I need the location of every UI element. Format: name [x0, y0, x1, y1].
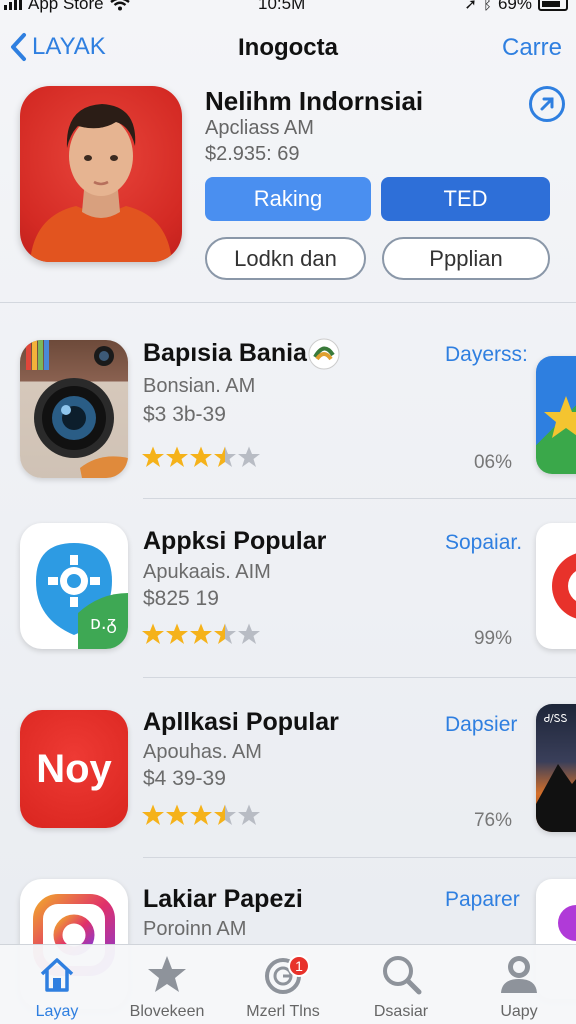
- divider: [143, 857, 576, 858]
- list-item-action-link[interactable]: Sopaiar.: [445, 531, 522, 555]
- peek-app-icon[interactable]: [536, 523, 576, 649]
- star-icon: [190, 623, 212, 644]
- clock-time: 10:5M: [258, 0, 306, 13]
- peek-app-icon[interactable]: Ꮷ/ᏚᏚ: [536, 704, 576, 832]
- navigation-bar: LAYAK Inogocta Carre: [0, 24, 576, 72]
- star-rating: [141, 803, 261, 827]
- peek-text: Ꮷ/ᏚᏚ: [544, 712, 568, 725]
- divider: [143, 498, 576, 499]
- list-item-percent: 06%: [473, 452, 512, 473]
- tab-label: Dsasiar: [373, 1003, 429, 1020]
- list-item-name: Lakiar Papezi: [143, 885, 303, 913]
- carrier-label: App Store: [28, 0, 104, 13]
- list-item-name: Apllkasi Popular: [143, 708, 339, 736]
- star-icon: [142, 804, 164, 825]
- star-icon: [142, 623, 164, 644]
- list-item-icon[interactable]: [20, 340, 128, 478]
- star-icon: [166, 804, 188, 825]
- list-item-price: $825 19: [143, 587, 219, 610]
- home-icon: [40, 958, 74, 992]
- star-icon: [142, 446, 164, 467]
- lodkn-dan-button[interactable]: Lodkn dan: [205, 237, 366, 280]
- divider: [0, 302, 576, 303]
- signal-icon: [4, 0, 22, 10]
- ted-button[interactable]: TED: [381, 177, 550, 221]
- peek-app-icon[interactable]: [536, 356, 576, 474]
- wifi-icon: [109, 0, 130, 11]
- list-item-subtitle: Poroinn AM: [143, 918, 247, 940]
- tab-label: Layay: [35, 1003, 79, 1020]
- person-icon: [501, 956, 537, 993]
- star-rating: [141, 622, 261, 646]
- star-icon: [190, 804, 212, 825]
- list-item-subtitle: Bonsian. AM: [143, 375, 256, 397]
- list-item-percent: 76%: [473, 810, 512, 831]
- list-item-name: Appksi Popular: [143, 527, 327, 555]
- tab-home[interactable]: Layay: [2, 951, 112, 1021]
- tab-label: Uapy: [500, 1003, 538, 1020]
- tab-profile[interactable]: Uapy: [464, 951, 574, 1021]
- cancel-button[interactable]: Carre: [502, 34, 562, 62]
- share-arrow-icon: [540, 97, 554, 111]
- star-icon: [238, 446, 260, 467]
- list-item-price: $4 39-39: [143, 767, 226, 790]
- tab-label: Blovekeen: [129, 1003, 205, 1020]
- icon-badge-text: ᴅ.ᵹ: [90, 613, 117, 634]
- list-item-price: $3 3b-39: [143, 403, 226, 426]
- camera-app-icon: [26, 340, 128, 478]
- tab-bar: Layay Blovekeen 1 Mzerl Tlns Dsasiar Uap…: [0, 944, 576, 1024]
- raking-button[interactable]: Raking: [205, 177, 371, 221]
- list-item-action-link[interactable]: Dapsier: [445, 713, 517, 737]
- ppplian-button[interactable]: Ppplian: [382, 237, 550, 280]
- star-icon: [166, 623, 188, 644]
- star-icon: [214, 804, 236, 825]
- battery-icon: [538, 0, 568, 11]
- list-item-subtitle: Apouhas. AM: [143, 741, 262, 763]
- star-icon: [214, 623, 236, 644]
- noy-app-icon: Noy: [36, 746, 112, 791]
- red-circle-icon: [552, 553, 576, 619]
- bluetooth-icon: ᛒ: [482, 0, 492, 13]
- star-rating: [141, 445, 261, 469]
- tab-label: Mzerl Tlns: [246, 1003, 320, 1020]
- hero-app-icon[interactable]: [20, 86, 182, 262]
- star-icon: [238, 804, 260, 825]
- list-item-icon[interactable]: ᴅ.ᵹ: [20, 523, 128, 649]
- star-icon: [214, 446, 236, 467]
- tab-favorites[interactable]: Blovekeen: [112, 951, 222, 1021]
- battery-percent: 69%: [497, 0, 532, 13]
- share-button[interactable]: [529, 86, 565, 122]
- list-item-name: Bapısia Bania: [143, 339, 307, 367]
- list-item-subtitle: Apukaais. AIM: [143, 561, 271, 583]
- list-item-percent: 99%: [473, 628, 512, 649]
- star-icon: [190, 446, 212, 467]
- list-item-action-link[interactable]: Paparer: [445, 888, 520, 912]
- star-icon: [166, 446, 188, 467]
- list-item-icon[interactable]: Noy: [20, 710, 128, 828]
- hero-app-name: Nelihm Indornsiai: [205, 86, 424, 116]
- notification-badge: 1: [288, 955, 310, 977]
- hero-app-subtitle: Apcliass AM: [205, 117, 314, 139]
- page-title: Inogocta: [238, 34, 338, 61]
- star-icon: [238, 623, 260, 644]
- divider: [143, 677, 576, 678]
- star-shape-icon: [544, 396, 576, 438]
- gear-chat-app-icon: ᴅ.ᵹ: [36, 543, 128, 649]
- location-icon: ➚: [464, 0, 477, 13]
- status-bar: App Store 10:5M ➚ ᛒ 69%: [0, 0, 576, 18]
- decorative-badge-icon: [308, 338, 340, 370]
- tab-search[interactable]: Dsasiar: [346, 951, 456, 1021]
- mountain-sunset-icon: Ꮷ/ᏚᏚ: [536, 712, 576, 832]
- tab-updates[interactable]: 1 Mzerl Tlns: [228, 951, 338, 1021]
- hero-app-price: $2.935: 69: [205, 143, 300, 165]
- search-icon: [383, 956, 422, 995]
- star-icon: [148, 956, 186, 992]
- list-item-action-link[interactable]: Dayerss:: [445, 343, 528, 367]
- person-portrait-icon: [30, 104, 172, 262]
